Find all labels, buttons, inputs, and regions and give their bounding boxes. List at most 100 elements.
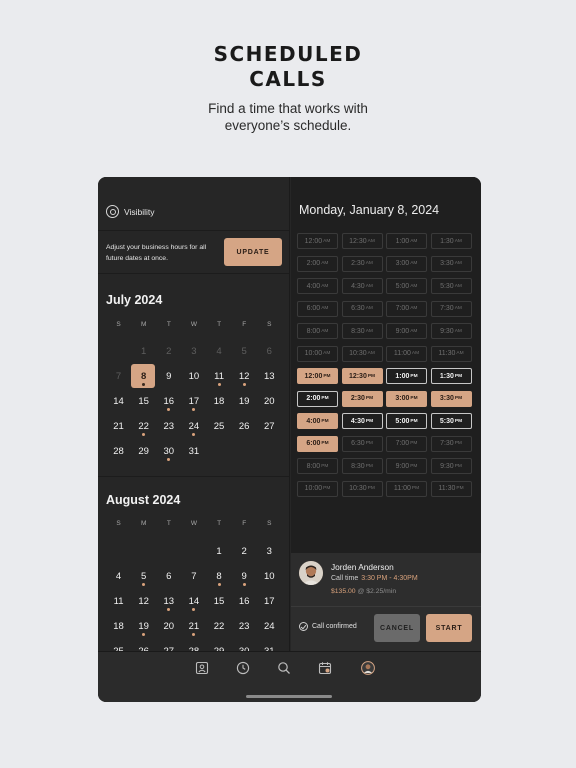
calendar-day[interactable]: 3 [181, 339, 206, 364]
calendar-day[interactable]: 2 [232, 539, 257, 564]
calendar-day[interactable]: 4 [106, 564, 131, 589]
calendar-day[interactable]: 27 [156, 639, 181, 651]
calendar-day[interactable]: 14 [181, 589, 206, 614]
calendar-day[interactable]: 22 [207, 614, 232, 639]
calendar-day[interactable]: 10 [257, 564, 282, 589]
time-slot[interactable]: 9:00 AM [386, 323, 427, 339]
calendar-day[interactable]: 19 [232, 389, 257, 414]
time-slot[interactable]: 5:00 AM [386, 278, 427, 294]
time-slot[interactable]: 8:00 PM [297, 458, 338, 474]
calendar-day[interactable]: 23 [232, 614, 257, 639]
calendar-day[interactable]: 17 [181, 389, 206, 414]
calendar-day[interactable]: 8 [207, 564, 232, 589]
time-slot[interactable]: 8:30 AM [341, 323, 383, 339]
time-slot[interactable]: 3:00 PM [386, 390, 427, 407]
calendar-day[interactable]: 25 [106, 639, 131, 651]
calendar-day[interactable]: 16 [156, 389, 181, 414]
time-slot[interactable]: 5:00 PM [386, 413, 427, 429]
time-slot[interactable]: 12:00 PM [297, 368, 338, 384]
time-slot[interactable]: 2:00 AM [297, 255, 338, 272]
calendar-day[interactable]: 7 [106, 364, 131, 389]
calendar-day[interactable]: 20 [156, 614, 181, 639]
time-slot[interactable]: 10:00 AM [297, 345, 338, 362]
calendar-day[interactable]: 24 [257, 614, 282, 639]
time-slot[interactable]: 7:00 AM [386, 300, 427, 317]
calendar-day[interactable]: 5 [131, 564, 156, 589]
time-slot[interactable]: 6:30 PM [341, 435, 383, 452]
time-slot[interactable]: 7:30 PM [430, 435, 472, 452]
calendar-day[interactable]: 10 [181, 364, 206, 389]
calendar-day[interactable]: 20 [257, 389, 282, 414]
calendar-day[interactable]: 28 [181, 639, 206, 651]
calendar-day[interactable]: 31 [181, 439, 206, 464]
calendar-day[interactable]: 11 [207, 364, 232, 389]
time-slot[interactable]: 1:30 PM [430, 368, 472, 384]
calendar-day[interactable]: 16 [232, 589, 257, 614]
calendar-day[interactable]: 13 [257, 364, 282, 389]
time-slot[interactable]: 4:00 PM [297, 413, 338, 429]
start-button[interactable]: START [426, 614, 472, 642]
home-indicator[interactable] [246, 695, 332, 698]
calendar-day[interactable]: 15 [207, 589, 232, 614]
calendar-day[interactable]: 30 [232, 639, 257, 651]
contacts-icon[interactable] [195, 661, 209, 675]
time-slot[interactable]: 2:30 AM [341, 255, 383, 272]
calendar-day[interactable]: 29 [131, 439, 156, 464]
time-slot[interactable]: 6:00 AM [297, 300, 338, 317]
calendar-day[interactable]: 26 [232, 414, 257, 439]
time-slot[interactable]: 10:00 PM [297, 480, 338, 497]
calendar-day[interactable]: 23 [156, 414, 181, 439]
calendar-day[interactable]: 18 [106, 614, 131, 639]
calendar-day-selected[interactable]: 8 [131, 364, 156, 389]
calendar-day[interactable]: 14 [106, 389, 131, 414]
calendar-day[interactable]: 1 [131, 339, 156, 364]
cancel-button[interactable]: CANCEL [374, 614, 420, 642]
time-slot[interactable]: 6:00 PM [297, 435, 338, 452]
time-slot[interactable]: 5:30 AM [430, 278, 472, 294]
time-slot[interactable]: 1:30 AM [430, 233, 472, 249]
time-slot[interactable]: 2:30 PM [341, 390, 383, 407]
time-slot[interactable]: 4:30 AM [341, 278, 383, 294]
calendar-day[interactable]: 26 [131, 639, 156, 651]
calendar-day[interactable]: 11 [106, 589, 131, 614]
time-slot[interactable]: 6:30 AM [341, 300, 383, 317]
time-slot[interactable]: 11:30 PM [430, 480, 472, 497]
time-slot[interactable]: 9:30 AM [430, 323, 472, 339]
calendar-day[interactable]: 13 [156, 589, 181, 614]
calendar-day[interactable]: 24 [181, 414, 206, 439]
time-slot[interactable]: 4:00 AM [297, 278, 338, 294]
calendar-day[interactable]: 1 [207, 539, 232, 564]
time-slot[interactable]: 1:00 PM [386, 368, 427, 384]
calendar-day[interactable]: 3 [257, 539, 282, 564]
calendar-day[interactable]: 4 [207, 339, 232, 364]
calendar-day[interactable]: 17 [257, 589, 282, 614]
time-slot[interactable]: 3:30 PM [430, 390, 472, 407]
calendar-day[interactable]: 12 [131, 589, 156, 614]
search-icon[interactable] [277, 661, 291, 675]
time-slot[interactable]: 8:30 PM [341, 458, 383, 474]
profile-avatar-icon[interactable] [361, 661, 375, 675]
time-slot[interactable]: 11:00 AM [386, 345, 427, 362]
time-slot[interactable]: 7:30 AM [430, 300, 472, 317]
time-slot[interactable]: 4:30 PM [341, 413, 383, 429]
time-slot[interactable]: 3:30 AM [430, 255, 472, 272]
calendar-day[interactable]: 15 [131, 389, 156, 414]
time-slot[interactable]: 12:00 AM [297, 233, 338, 249]
calendar-icon[interactable] [318, 661, 332, 675]
calendar-day[interactable]: 6 [156, 564, 181, 589]
calendar-day[interactable]: 7 [181, 564, 206, 589]
calendar-day[interactable]: 21 [106, 414, 131, 439]
time-slot[interactable]: 8:00 AM [297, 323, 338, 339]
time-slot[interactable]: 10:30 AM [341, 345, 383, 362]
calendar-day[interactable]: 12 [232, 364, 257, 389]
calendar-day[interactable]: 27 [257, 414, 282, 439]
calendar-day[interactable]: 30 [156, 439, 181, 464]
time-slot[interactable]: 2:00 PM [297, 390, 338, 407]
time-slot[interactable]: 7:00 PM [386, 435, 427, 452]
time-slot[interactable]: 5:30 PM [430, 413, 472, 429]
calendar-day[interactable]: 9 [232, 564, 257, 589]
calendar-day[interactable]: 29 [207, 639, 232, 651]
calendar-day[interactable]: 19 [131, 614, 156, 639]
time-slot[interactable]: 12:30 AM [341, 233, 383, 249]
time-slot[interactable]: 3:00 AM [386, 255, 427, 272]
